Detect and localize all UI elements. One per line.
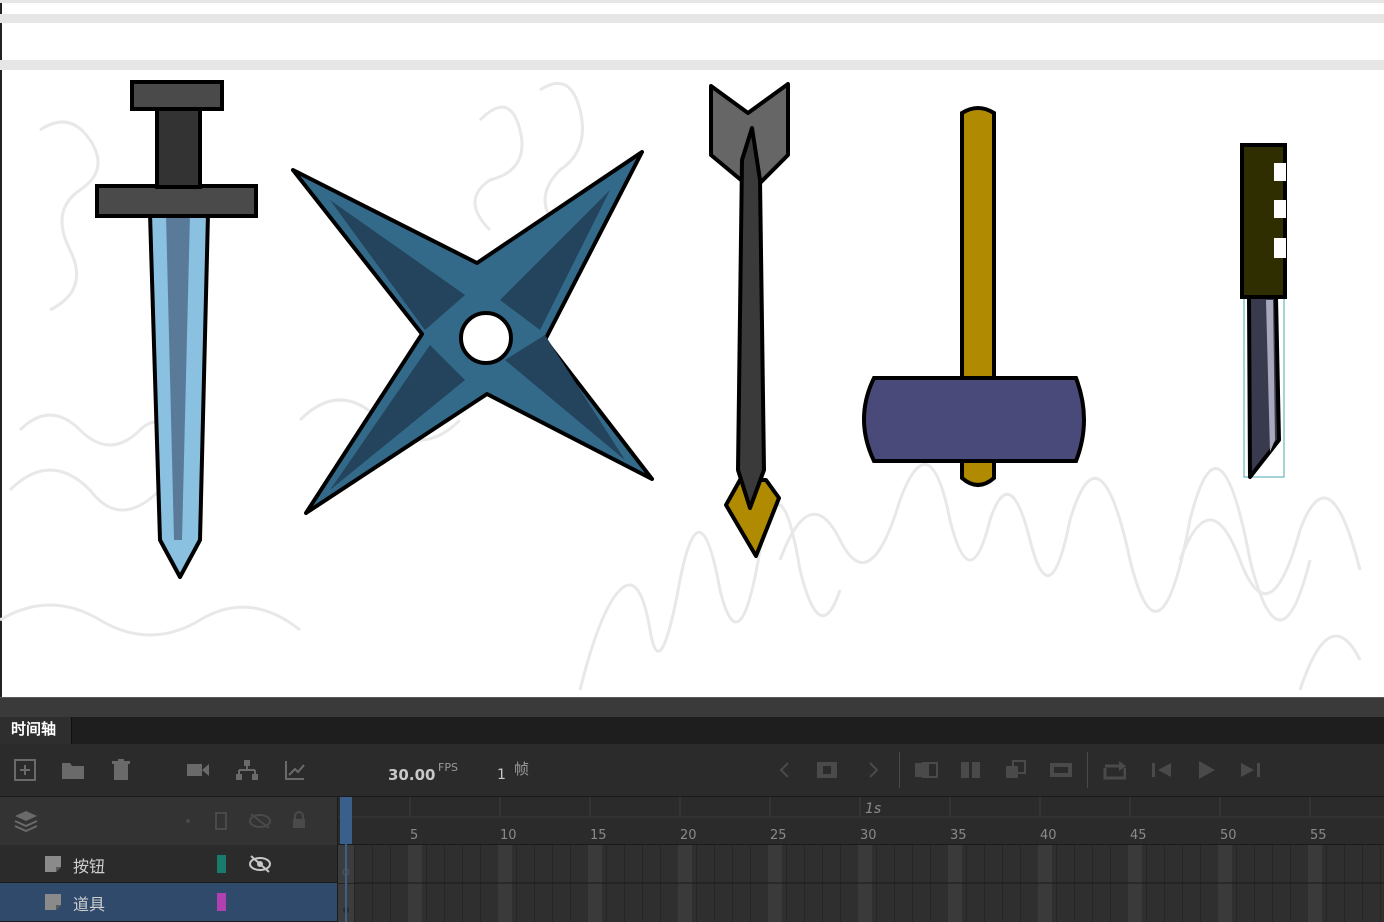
onion-outline-icon[interactable] [959,758,983,782]
playhead[interactable] [340,797,352,844]
ruler-number: 40 [1040,828,1057,843]
stage-artwork [0,0,1384,691]
playhead-line [345,844,347,922]
loop-icon[interactable] [1102,758,1126,782]
frame-ruler[interactable]: 1s 5 10 15 20 25 30 35 40 45 50 55 [338,797,1384,845]
new-layer-icon[interactable] [13,758,37,782]
insert-keyframe-icon[interactable] [815,758,839,782]
frame-grid[interactable] [338,845,1384,922]
second-marker: 1s [865,801,882,817]
layer-row-buttons[interactable]: 按钮 [0,845,337,883]
stage-canvas[interactable] [0,0,1384,697]
toolbar-separator [899,752,900,788]
frame-range-icon[interactable] [1049,758,1073,782]
layers-icon[interactable] [14,810,38,836]
ruler-number: 45 [1130,828,1147,843]
timeline-panel: 时间轴 30.00 FPS 1 帧 按钮 道具 1s 5 10 15 20 25… [0,717,1384,922]
hidden-eye-icon[interactable] [248,854,272,878]
lock-header-icon[interactable] [292,811,306,833]
ruler-number: 35 [950,828,967,843]
step-forward-icon[interactable] [1238,758,1262,782]
layer-icon [44,893,62,911]
ruler-number: 5 [410,828,419,843]
parenting-icon[interactable] [235,758,259,782]
layer-icon [44,855,62,873]
arrow-icon[interactable] [709,82,790,558]
layers-column: 按钮 道具 [0,797,338,922]
ruler-number: 30 [860,828,877,843]
layer-color-swatch[interactable] [217,893,226,911]
trash-icon[interactable] [109,758,133,782]
new-folder-icon[interactable] [61,758,85,782]
layer-name[interactable]: 按钮 [73,853,105,877]
stage-panel-divider[interactable] [0,697,1384,717]
play-icon[interactable] [1194,758,1218,782]
ruler-number: 10 [500,828,517,843]
highlight-dot-icon[interactable] [186,819,190,823]
edit-multiple-frames-icon[interactable] [1004,758,1028,782]
layer-color-swatch[interactable] [217,855,226,873]
toolbar-separator [1087,752,1088,788]
frame-unit: 帧 [514,760,530,778]
hammer-icon[interactable] [862,106,1086,487]
next-keyframe-icon[interactable] [862,758,886,782]
ruler-number: 55 [1310,828,1327,843]
prev-keyframe-icon[interactable] [772,758,796,782]
graph-icon[interactable] [283,758,307,782]
layer-name[interactable]: 道具 [73,891,105,915]
sword-icon[interactable] [95,80,258,579]
ruler-number: 50 [1220,828,1237,843]
step-back-icon[interactable] [1150,758,1174,782]
ruler-number: 25 [770,828,787,843]
layer-row-props[interactable]: 道具 [0,883,337,922]
visibility-header-icon[interactable] [249,812,271,834]
tab-timeline[interactable]: 时间轴 [0,717,72,744]
ruler-number: 20 [680,828,697,843]
knife-icon[interactable] [1240,143,1287,479]
shuriken-icon[interactable] [291,150,654,515]
timeline-toolbar: 30.00 FPS 1 帧 [0,744,1384,797]
frames-area[interactable]: 1s 5 10 15 20 25 30 35 40 45 50 55 [338,797,1384,922]
fps-unit: FPS [438,761,458,774]
camera-icon[interactable] [186,758,210,782]
layer-header [0,797,337,846]
fps-value[interactable]: 30.00 [388,766,435,784]
outline-toggle-icon[interactable] [215,812,227,834]
current-frame-value[interactable]: 1 [497,767,506,783]
onion-skin-icon[interactable] [914,758,938,782]
ruler-number: 15 [590,828,607,843]
panel-tabbar: 时间轴 [0,717,1384,745]
